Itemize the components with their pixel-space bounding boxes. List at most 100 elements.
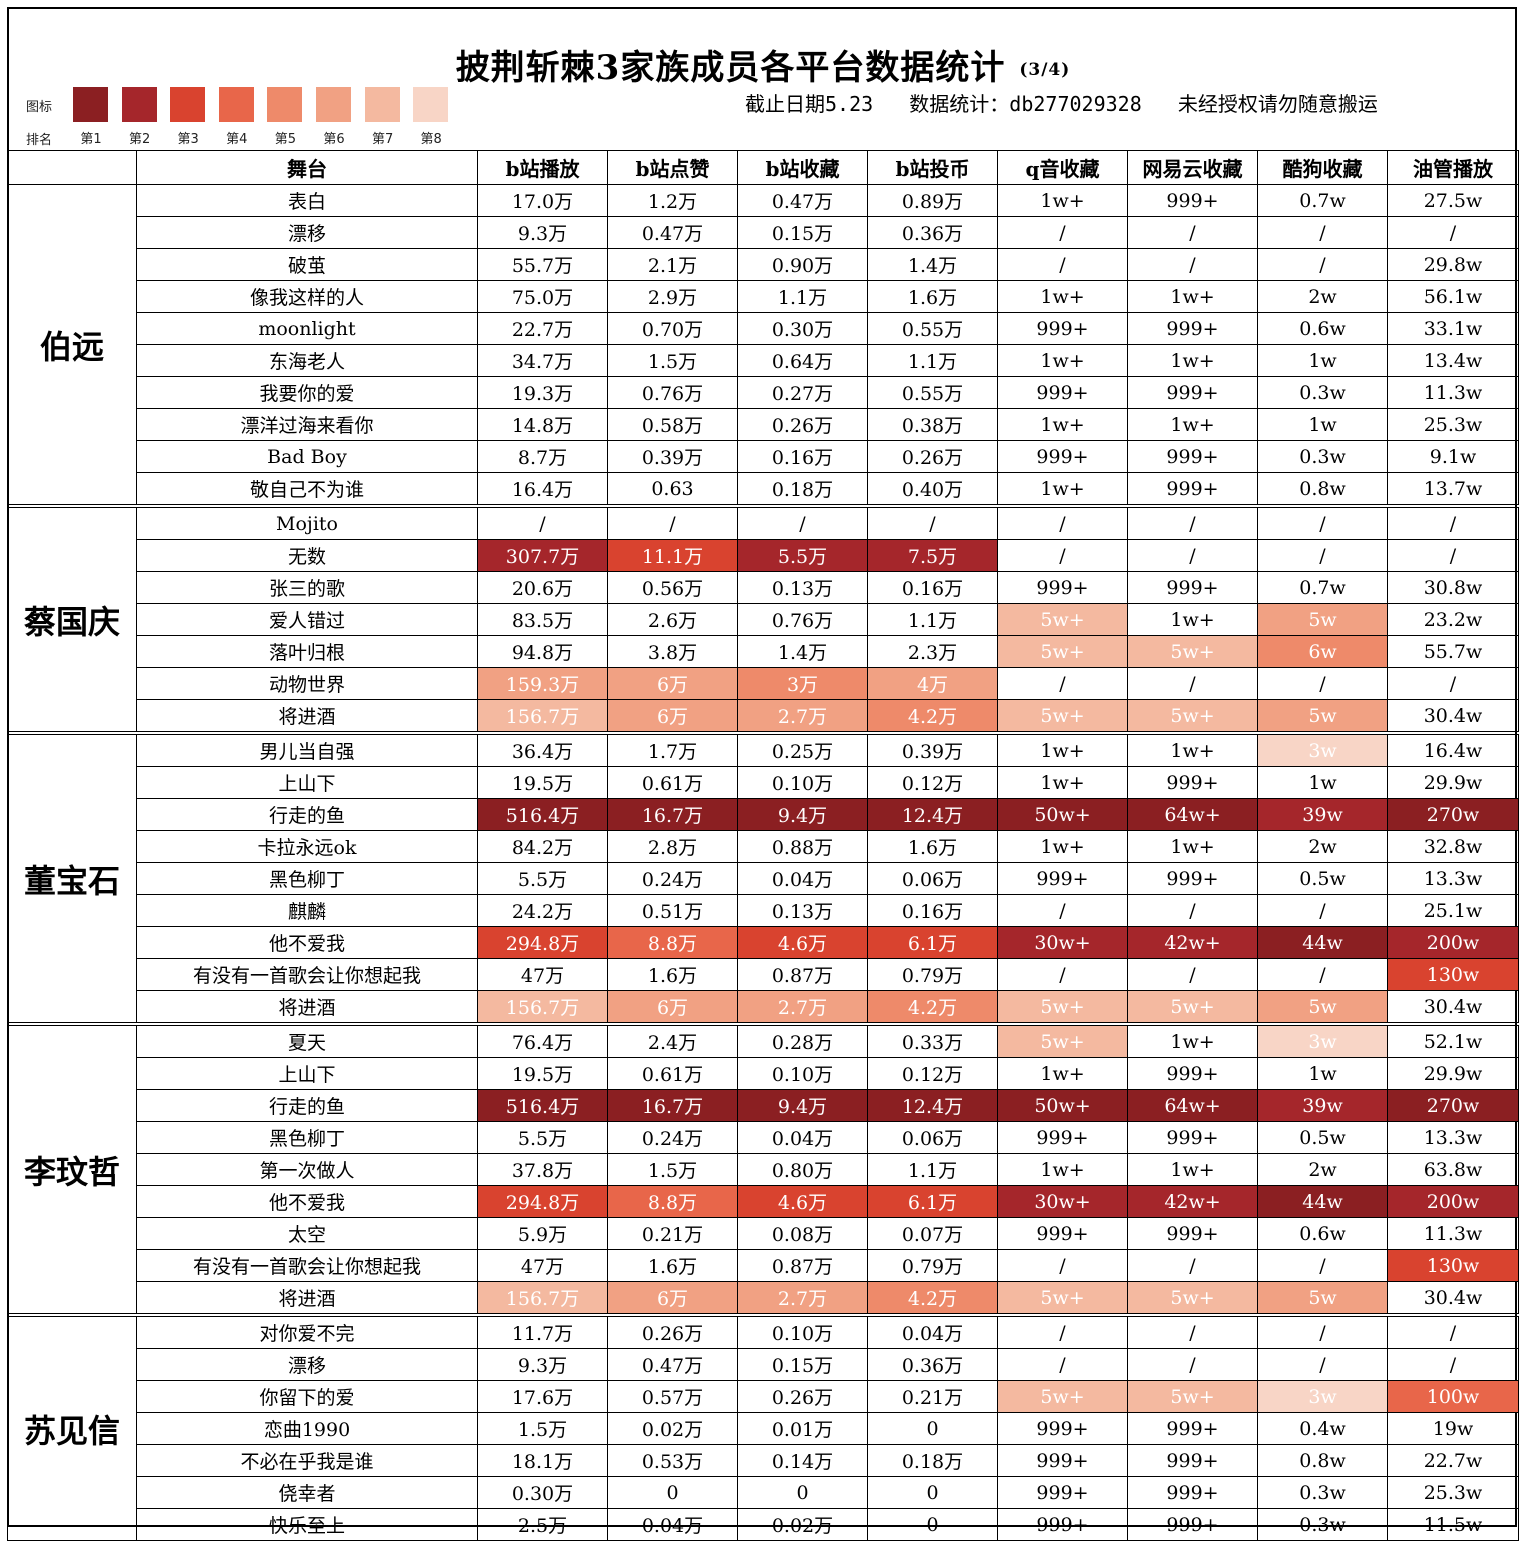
- value-cell: 19.5万: [477, 766, 608, 799]
- value-cell: 1w+: [1127, 731, 1258, 767]
- table-row: 上山下 19.5万 0.61万 0.10万 0.12万 1w+ 999+ 1w 29.9w: [8, 766, 1519, 799]
- value-cell: 4.2万: [867, 1281, 998, 1316]
- value-cell: 8.8万: [607, 926, 738, 959]
- value-cell: 1w: [1257, 766, 1388, 799]
- value-cell: 2.7万: [737, 1281, 868, 1316]
- value-cell: 5w+: [997, 603, 1128, 636]
- table-row: 太空 5.9万 0.21万 0.08万 0.07万 999+ 999+ 0.6w 11.3w: [8, 1217, 1519, 1250]
- stage-name: 破茧: [136, 248, 478, 281]
- stage-name: 爱人错过: [136, 603, 478, 636]
- stage-name: 上山下: [136, 1057, 478, 1090]
- value-cell: /: [1127, 539, 1258, 572]
- stage-name: 他不爱我: [136, 926, 478, 959]
- value-cell: 2.4万: [607, 1022, 738, 1058]
- stage-name: 张三的歌: [136, 571, 478, 604]
- value-cell: 0.04万: [737, 862, 868, 895]
- value-cell: /: [1257, 248, 1388, 281]
- value-cell: 4.6万: [737, 926, 868, 959]
- table-row: 我要你的爱 19.3万 0.76万 0.27万 0.55万 999+ 999+ 0.3w 11.…: [8, 376, 1519, 409]
- value-cell: 0.7w: [1257, 571, 1388, 604]
- value-cell: 1w+: [997, 731, 1128, 767]
- value-cell: 1w: [1257, 1057, 1388, 1090]
- value-cell: 11.1万: [607, 539, 738, 572]
- value-cell: 1w+: [1127, 1153, 1258, 1186]
- value-cell: 999+: [997, 571, 1128, 604]
- value-cell: 17.6万: [477, 1380, 608, 1413]
- table-row: 黑色柳丁 5.5万 0.24万 0.04万 0.06万 999+ 999+ 0.5w 13.3w: [8, 1121, 1519, 1154]
- value-cell: 0.36万: [867, 216, 998, 249]
- value-cell: 0.79万: [867, 1249, 998, 1282]
- stage-name: 第一次做人: [136, 1153, 478, 1186]
- value-cell: 5w: [1257, 699, 1388, 734]
- stage-name: 漂洋过海来看你: [136, 408, 478, 441]
- value-cell: 34.7万: [477, 344, 608, 377]
- table-row: 无数 307.7万 11.1万 5.5万 7.5万 / / / /: [8, 539, 1519, 572]
- legend-swatch-1: [73, 87, 108, 122]
- legend-icon-label: 图标: [26, 100, 53, 115]
- value-cell: 5w+: [997, 1022, 1128, 1058]
- value-cell: /: [1387, 539, 1519, 572]
- header-kugou-favorites: 酷狗收藏: [1257, 150, 1388, 185]
- stage-name: 动物世界: [136, 667, 478, 700]
- value-cell: 0: [737, 1476, 868, 1509]
- value-cell: 0.87万: [737, 958, 868, 991]
- value-cell: 16.4w: [1387, 731, 1519, 767]
- value-cell: 37.8万: [477, 1153, 608, 1186]
- value-cell: 3.8万: [607, 635, 738, 668]
- stage-name: 将进酒: [136, 699, 478, 734]
- value-cell: 3万: [737, 667, 868, 700]
- value-cell: 6万: [607, 1281, 738, 1316]
- value-cell: 0.15万: [737, 1348, 868, 1381]
- value-cell: 0.08万: [737, 1217, 868, 1250]
- stage-name: 有没有一首歌会让你想起我: [136, 958, 478, 991]
- value-cell: 1.6万: [867, 830, 998, 863]
- value-cell: 16.4万: [477, 472, 608, 507]
- value-cell: 0.24万: [607, 1121, 738, 1154]
- value-cell: 1w+: [1127, 830, 1258, 863]
- stage-name: 夏天: [136, 1022, 478, 1058]
- value-cell: /: [997, 539, 1128, 572]
- table-row: 有没有一首歌会让你想起我 47万 1.6万 0.87万 0.79万 / //130w: [8, 1249, 1519, 1282]
- value-cell: 270w: [1387, 798, 1519, 831]
- value-cell: 0.89万: [867, 184, 998, 217]
- value-cell: 56.1w: [1387, 280, 1519, 313]
- value-cell: 2.7万: [737, 990, 868, 1025]
- value-cell: 76.4万: [477, 1022, 608, 1058]
- table-row: 董宝石 男儿当自强 36.4万 1.7万 0.25万 0.39万 1w+ 1w+ 3w 16.4w: [7, 731, 1519, 1025]
- value-cell: 5w+: [1127, 990, 1258, 1025]
- value-cell: 0.04万: [737, 1121, 868, 1154]
- value-cell: 0.06万: [867, 862, 998, 895]
- value-cell: /: [1127, 667, 1258, 700]
- value-cell: 5.5万: [477, 1121, 608, 1154]
- value-cell: 30w+: [997, 1185, 1128, 1218]
- value-cell: 0.13万: [737, 894, 868, 927]
- table-row: 侥幸者 0.30万 0 0 0 999+ 999+ 0.3w 25.3w: [8, 1476, 1519, 1509]
- stage-name: 行走的鱼: [136, 798, 478, 831]
- value-cell: /: [1257, 1348, 1388, 1381]
- value-cell: 13.4w: [1387, 344, 1519, 377]
- value-cell: 47万: [477, 1249, 608, 1282]
- stage-name: 恋曲1990: [136, 1412, 478, 1445]
- value-cell: 0.6w: [1257, 312, 1388, 345]
- value-cell: /: [997, 216, 1128, 249]
- value-cell: 39w: [1257, 798, 1388, 831]
- value-cell: 0.04万: [867, 1313, 998, 1349]
- value-cell: 1w+: [997, 1153, 1128, 1186]
- value-cell: /: [1257, 216, 1388, 249]
- value-cell: 24.2万: [477, 894, 608, 927]
- value-cell: 0.55万: [867, 312, 998, 345]
- value-cell: 0.28万: [737, 1022, 868, 1058]
- legend-rank-2: 第2: [128, 132, 151, 147]
- value-cell: 0.26万: [737, 1380, 868, 1413]
- value-cell: /: [997, 1348, 1128, 1381]
- value-cell: 0.63: [607, 472, 738, 507]
- value-cell: 44w: [1257, 926, 1388, 959]
- value-cell: 0.56万: [607, 571, 738, 604]
- value-cell: 30w+: [997, 926, 1128, 959]
- value-cell: /: [1387, 504, 1519, 540]
- value-cell: 999+: [1127, 571, 1258, 604]
- value-cell: 100w: [1387, 1380, 1519, 1413]
- stage-name: 漂移: [136, 1348, 478, 1381]
- value-cell: 12.4万: [867, 1089, 998, 1122]
- value-cell: /: [607, 504, 738, 540]
